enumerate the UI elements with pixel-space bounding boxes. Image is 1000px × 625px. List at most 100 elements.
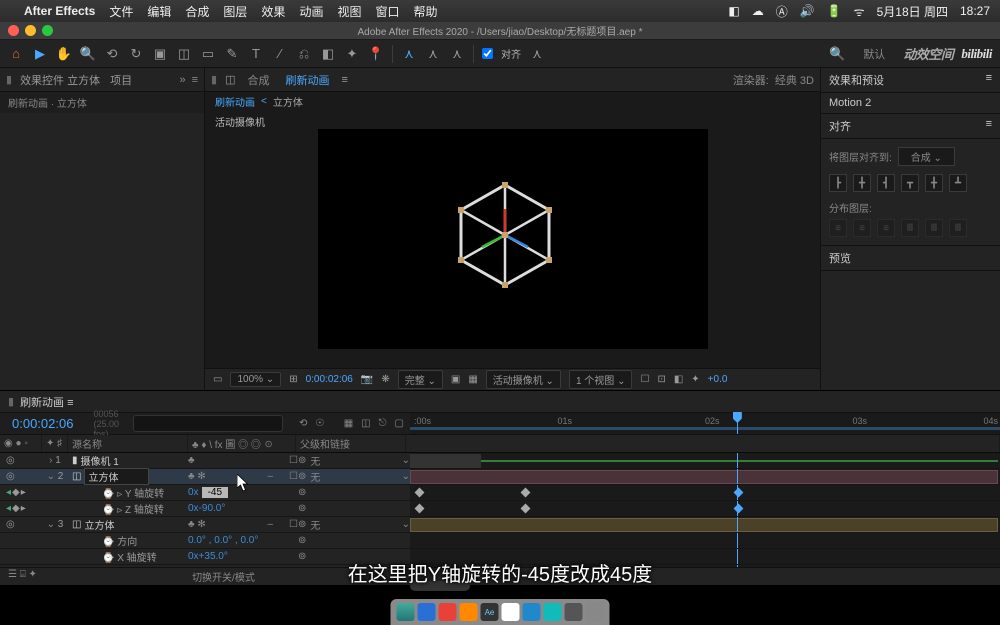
menu-window[interactable]: 窗口 [375,3,399,20]
keyframe[interactable] [521,504,531,514]
prev-kf-button[interactable]: ◂ [6,503,11,514]
property-name[interactable]: ⌚ ▹ Y 轴旋转 [68,485,188,500]
tl-foot-icon[interactable]: ☰ ⌸ ✦ [8,569,37,580]
rotate-tool[interactable]: ↻ [128,46,144,62]
menubar-date[interactable]: 5月18日 周四 [877,3,948,20]
add-kf-button[interactable]: ◆ [12,487,20,498]
layer-name[interactable]: ◫ 立方体 [68,468,188,485]
pen-tool[interactable]: ✎ [224,46,240,62]
property-name[interactable]: ⌚ ▹ Z 轴旋转 [68,501,188,516]
tl-btn[interactable]: ⟲ [299,418,307,429]
status-icon[interactable]: ☁ [752,4,764,18]
align-vcenter-button[interactable]: ╋ [925,174,943,192]
hand-tool[interactable]: ✋ [56,46,72,62]
menu-view[interactable]: 视图 [337,3,361,20]
align-bottom-button[interactable]: ┻ [949,174,967,192]
menu-effect[interactable]: 效果 [261,3,285,20]
menu-layer[interactable]: 图层 [223,3,247,20]
expression-pickwhip[interactable]: ⊚ [298,487,306,498]
visibility-toggle[interactable]: ◎ [6,519,15,530]
view-icon[interactable]: ⊡ [657,374,665,385]
twirl-icon[interactable]: ⌄ [47,471,55,482]
keyframe[interactable] [414,488,424,498]
visibility-toggle[interactable]: ◎ [6,471,15,482]
rect-tool[interactable]: ▭ [200,46,216,62]
minimize-button[interactable] [25,25,36,36]
project-tab[interactable]: 项目 [108,70,134,90]
panel-overflow-icon[interactable]: » [179,74,185,86]
parent-pickwhip[interactable]: ⊚ [298,519,306,530]
status-icon[interactable]: 🔋 [827,4,842,18]
expression-pickwhip[interactable]: ⊚ [298,535,306,546]
status-icon[interactable]: ᯤ [854,3,865,20]
keyframe[interactable] [733,488,743,498]
layer-track[interactable] [410,517,1000,532]
layer-track[interactable] [410,469,1000,484]
prev-kf-button[interactable]: ◂ [6,487,11,498]
twirl-icon[interactable]: ⌄ [47,519,55,530]
renderer-dropdown[interactable]: 经典 3D [775,72,814,88]
close-button[interactable] [8,25,19,36]
add-kf-button[interactable]: ◆ [12,503,20,514]
viewer-time[interactable]: 0:00:02:06 [306,374,353,385]
parent-dropdown[interactable]: 无 [310,453,370,468]
align-left-button[interactable]: ┣ [829,174,847,192]
workspace-button[interactable]: 默认 [853,44,895,64]
expression-pickwhip[interactable]: ⊚ [298,503,306,514]
next-kf-button[interactable]: ▸ [21,503,26,514]
layer-track[interactable] [410,453,1000,468]
property-value-input[interactable]: -45 [202,487,228,498]
layer-name[interactable]: ▮ 摄像机 1 [68,453,188,468]
motion2-panel[interactable]: Motion 2 [821,93,1000,114]
type-tool[interactable]: T [248,46,264,62]
zoom-dropdown[interactable]: 100% ⌄ [230,372,281,387]
effects-presets-panel[interactable]: 效果和预设≡ [821,68,1000,93]
eraser-tool[interactable]: ◧ [320,46,336,62]
layer-track[interactable] [410,533,1000,548]
align-panel-header[interactable]: 对齐≡ [821,114,1000,139]
align-right-button[interactable]: ┫ [877,174,895,192]
camera-tool[interactable]: ▣ [152,46,168,62]
view-axis-icon[interactable]: ⋏ [449,46,465,62]
snap-checkbox[interactable] [482,47,493,60]
property-value[interactable]: 0x+35.0° [188,551,228,562]
align-target-dropdown[interactable]: 合成 ⌄ [898,147,955,166]
panel-grip-icon[interactable]: ▮ [8,395,14,408]
next-kf-button[interactable]: ▸ [21,487,26,498]
menu-file[interactable]: 文件 [109,3,133,20]
tl-btn[interactable]: ☉ [315,418,324,429]
roi-icon[interactable]: ▣ [451,374,460,385]
property-value[interactable]: 0.0° , 0.0° , 0.0° [188,535,258,546]
app-name[interactable]: After Effects [24,4,95,18]
twirl-icon[interactable]: › [49,455,52,466]
status-icon[interactable]: ◧ [728,4,739,18]
effect-controls-tab[interactable]: 效果控件 立方体 [18,70,102,90]
menubar-time[interactable]: 18:27 [960,4,990,18]
snapshot-icon[interactable]: 📷 [361,374,373,385]
zoom-tool[interactable]: 🔍 [80,46,96,62]
menu-comp[interactable]: 合成 [185,3,209,20]
pan-behind-tool[interactable]: ◫ [176,46,192,62]
timeline-tab[interactable]: 刷新动画 ≡ [20,394,73,410]
preview-panel[interactable]: 预览 [821,246,1000,271]
resolution-dropdown[interactable]: 完整 ⌄ [398,370,443,389]
magnify-icon[interactable]: ▭ [213,374,222,385]
cube-preview[interactable] [455,181,555,289]
local-axis-icon[interactable]: ⋏ [401,46,417,62]
menu-edit[interactable]: 编辑 [147,3,171,20]
crumb-parent[interactable]: 刷新动画 [215,94,255,109]
tl-btn[interactable]: ⎋ [379,418,387,429]
selection-tool[interactable]: ▶ [32,46,48,62]
current-time[interactable]: 0:00:02:06 [6,414,79,433]
camera-dropdown[interactable]: 活动摄像机 ⌄ [486,370,561,389]
layer-track[interactable] [410,485,1000,500]
roto-tool[interactable]: ✦ [344,46,360,62]
status-icon[interactable]: Ⓐ [776,3,788,20]
parent-dropdown[interactable]: 无 [310,517,370,532]
orbit-tool[interactable]: ⟲ [104,46,120,62]
keyframe[interactable] [521,488,531,498]
toggle-switches-button[interactable]: 切换开关/模式 [192,573,255,584]
crumb-child[interactable]: 立方体 [273,94,303,109]
panel-menu-icon[interactable]: ≡ [192,74,198,86]
comp-tab[interactable]: 刷新动画 [281,70,333,90]
